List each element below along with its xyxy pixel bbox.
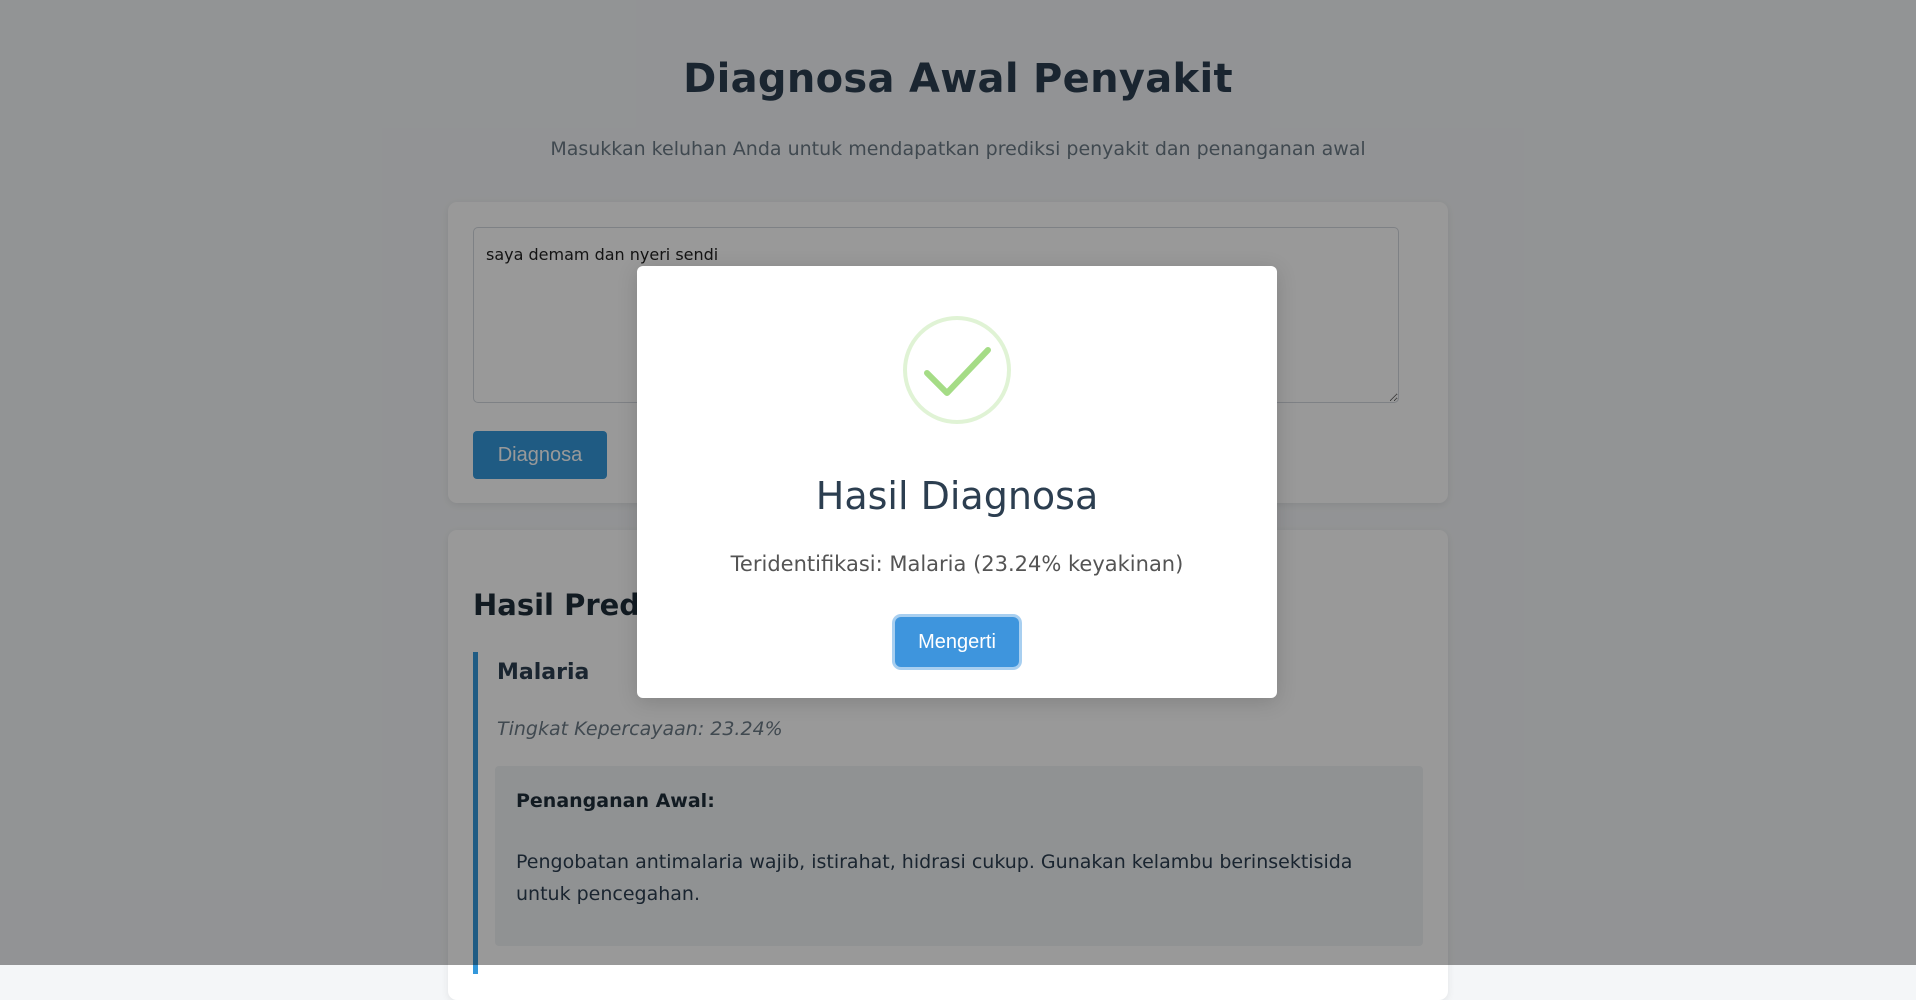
confirm-button[interactable]: Mengerti <box>895 617 1019 667</box>
success-check-icon <box>903 316 1011 424</box>
modal-message: Teridentifikasi: Malaria (23.24% keyakin… <box>730 552 1184 576</box>
result-modal: Hasil Diagnosa Teridentifikasi: Malaria … <box>637 266 1277 698</box>
modal-title: Hasil Diagnosa <box>815 474 1099 518</box>
